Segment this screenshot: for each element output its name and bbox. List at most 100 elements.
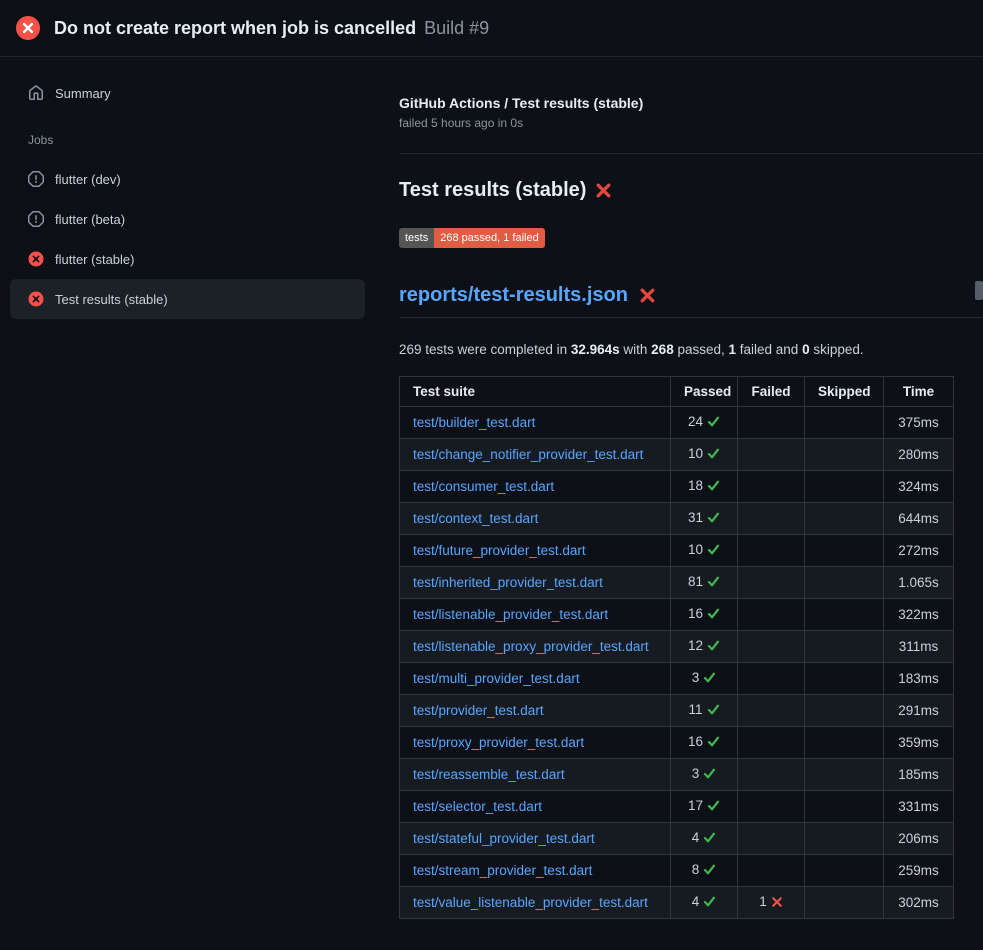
check-icon xyxy=(703,863,716,879)
passed-cell: 81 xyxy=(671,567,738,599)
sidebar-item-flutter-stable[interactable]: flutter (stable) xyxy=(10,239,365,279)
skipped-cell xyxy=(805,695,884,727)
check-icon xyxy=(703,671,716,687)
sidebar: Summary Jobs flutter (dev) flutter (beta… xyxy=(0,57,375,319)
x-icon xyxy=(771,896,783,911)
test-suite-link[interactable]: test/consumer_test.dart xyxy=(413,479,554,494)
check-icon xyxy=(707,447,720,463)
test-suite-link[interactable]: test/selector_test.dart xyxy=(413,799,542,814)
sidebar-item-test-results-stable[interactable]: Test results (stable) xyxy=(10,279,365,319)
breadcrumb: GitHub Actions / Test results (stable) xyxy=(399,95,983,111)
column-header-test-suite: Test suite xyxy=(400,377,671,407)
skipped-cell xyxy=(805,471,884,503)
failed-cell xyxy=(738,631,805,663)
test-suite-link[interactable]: test/proxy_provider_test.dart xyxy=(413,735,584,750)
failed-cell xyxy=(738,663,805,695)
skipped-cell xyxy=(805,823,884,855)
passed-cell: 16 xyxy=(671,727,738,759)
check-icon xyxy=(703,895,716,911)
table-row: test/listenable_provider_test.dart16322m… xyxy=(400,599,954,631)
table-row: test/proxy_provider_test.dart 16 359ms xyxy=(400,727,954,759)
passed-cell: 18 xyxy=(671,471,738,503)
check-icon xyxy=(707,479,720,495)
table-row: test/stateful_provider_test.dart4206ms xyxy=(400,823,954,855)
test-results-table: Test suitePassedFailedSkippedTime test/b… xyxy=(399,376,954,919)
failed-x-circle-icon xyxy=(16,16,40,40)
check-icon xyxy=(707,511,720,527)
failed-cell xyxy=(738,567,805,599)
failed-cell xyxy=(738,535,805,567)
neutral-status-icon xyxy=(28,211,44,227)
time-cell: 259ms xyxy=(884,855,954,887)
table-row: test/consumer_test.dart18324ms xyxy=(400,471,954,503)
check-icon xyxy=(703,831,716,847)
time-cell: 291ms xyxy=(884,695,954,727)
badge-label: tests xyxy=(399,228,434,248)
column-header-skipped: Skipped xyxy=(805,377,884,407)
test-suite-link[interactable]: test/context_test.dart xyxy=(413,511,538,526)
test-suite-link[interactable]: test/listenable_provider_test.dart xyxy=(413,607,608,622)
main-content: GitHub Actions / Test results (stable) f… xyxy=(375,57,983,943)
failed-cell xyxy=(738,759,805,791)
sidebar-item-summary[interactable]: Summary xyxy=(10,73,365,113)
column-header-failed: Failed xyxy=(738,377,805,407)
test-suite-link[interactable]: test/future_provider_test.dart xyxy=(413,543,586,558)
test-suite-link[interactable]: test/listenable_proxy_provider_test.dart xyxy=(413,639,649,654)
home-icon xyxy=(28,85,44,101)
passed-cell: 4 xyxy=(671,887,738,919)
tests-badge: tests 268 passed, 1 failed xyxy=(399,228,545,248)
passed-cell: 3 xyxy=(671,759,738,791)
check-icon xyxy=(707,703,720,719)
passed-cell: 12 xyxy=(671,631,738,663)
sidebar-item-flutter-dev[interactable]: flutter (dev) xyxy=(10,159,365,199)
failed-cell xyxy=(738,407,805,439)
check-title-text: Test results (stable) xyxy=(399,179,586,202)
table-row: test/reassemble_test.dart 3 185ms xyxy=(400,759,954,791)
test-suite-link[interactable]: test/stream_provider_test.dart xyxy=(413,863,592,878)
job-label: flutter (dev) xyxy=(55,172,121,187)
report-link[interactable]: reports/test-results.json xyxy=(399,284,628,307)
skipped-cell xyxy=(805,535,884,567)
passed-cell: 3 xyxy=(671,663,738,695)
time-cell: 359ms xyxy=(884,727,954,759)
passed-cell: 4 xyxy=(671,823,738,855)
check-icon xyxy=(707,639,720,655)
time-cell: 302ms xyxy=(884,887,954,919)
test-suite-link[interactable]: test/builder_test.dart xyxy=(413,415,535,430)
test-suite-link[interactable]: test/reassemble_test.dart xyxy=(413,767,565,782)
cross-mark-icon xyxy=(595,182,612,199)
scrollbar-thumb[interactable] xyxy=(975,281,983,300)
job-label: flutter (stable) xyxy=(55,252,134,267)
results-table-body: test/builder_test.dart24375mstest/change… xyxy=(400,407,954,919)
cross-mark-icon xyxy=(639,287,656,304)
sidebar-item-flutter-beta[interactable]: flutter (beta) xyxy=(10,199,365,239)
skipped-cell xyxy=(805,439,884,471)
failed-cell xyxy=(738,503,805,535)
table-row: test/builder_test.dart24375ms xyxy=(400,407,954,439)
skipped-cell xyxy=(805,855,884,887)
summary-text: 269 tests were completed in 32.964s with… xyxy=(399,342,983,357)
report-heading: reports/test-results.json xyxy=(399,284,983,318)
test-suite-link[interactable]: test/value_listenable_provider_test.dart xyxy=(413,895,648,910)
table-row: test/change_notifier_provider_test.dart1… xyxy=(400,439,954,471)
table-row: test/inherited_provider_test.dart811.065… xyxy=(400,567,954,599)
test-suite-link[interactable]: test/stateful_provider_test.dart xyxy=(413,831,595,846)
failed-cell xyxy=(738,599,805,631)
badge-value: 268 passed, 1 failed xyxy=(434,228,544,248)
test-suite-link[interactable]: test/change_notifier_provider_test.dart xyxy=(413,447,643,462)
check-icon xyxy=(703,767,716,783)
x-circle-icon xyxy=(28,291,44,307)
column-header-time: Time xyxy=(884,377,954,407)
test-suite-link[interactable]: test/multi_provider_test.dart xyxy=(413,671,580,686)
jobs-section-label: Jobs xyxy=(28,133,375,147)
test-suite-link[interactable]: test/provider_test.dart xyxy=(413,703,544,718)
time-cell: 644ms xyxy=(884,503,954,535)
table-row: test/listenable_proxy_provider_test.dart… xyxy=(400,631,954,663)
skipped-cell xyxy=(805,887,884,919)
time-cell: 183ms xyxy=(884,663,954,695)
check-icon xyxy=(707,575,720,591)
check-icon xyxy=(707,543,720,559)
time-cell: 185ms xyxy=(884,759,954,791)
test-suite-link[interactable]: test/inherited_provider_test.dart xyxy=(413,575,603,590)
time-cell: 331ms xyxy=(884,791,954,823)
